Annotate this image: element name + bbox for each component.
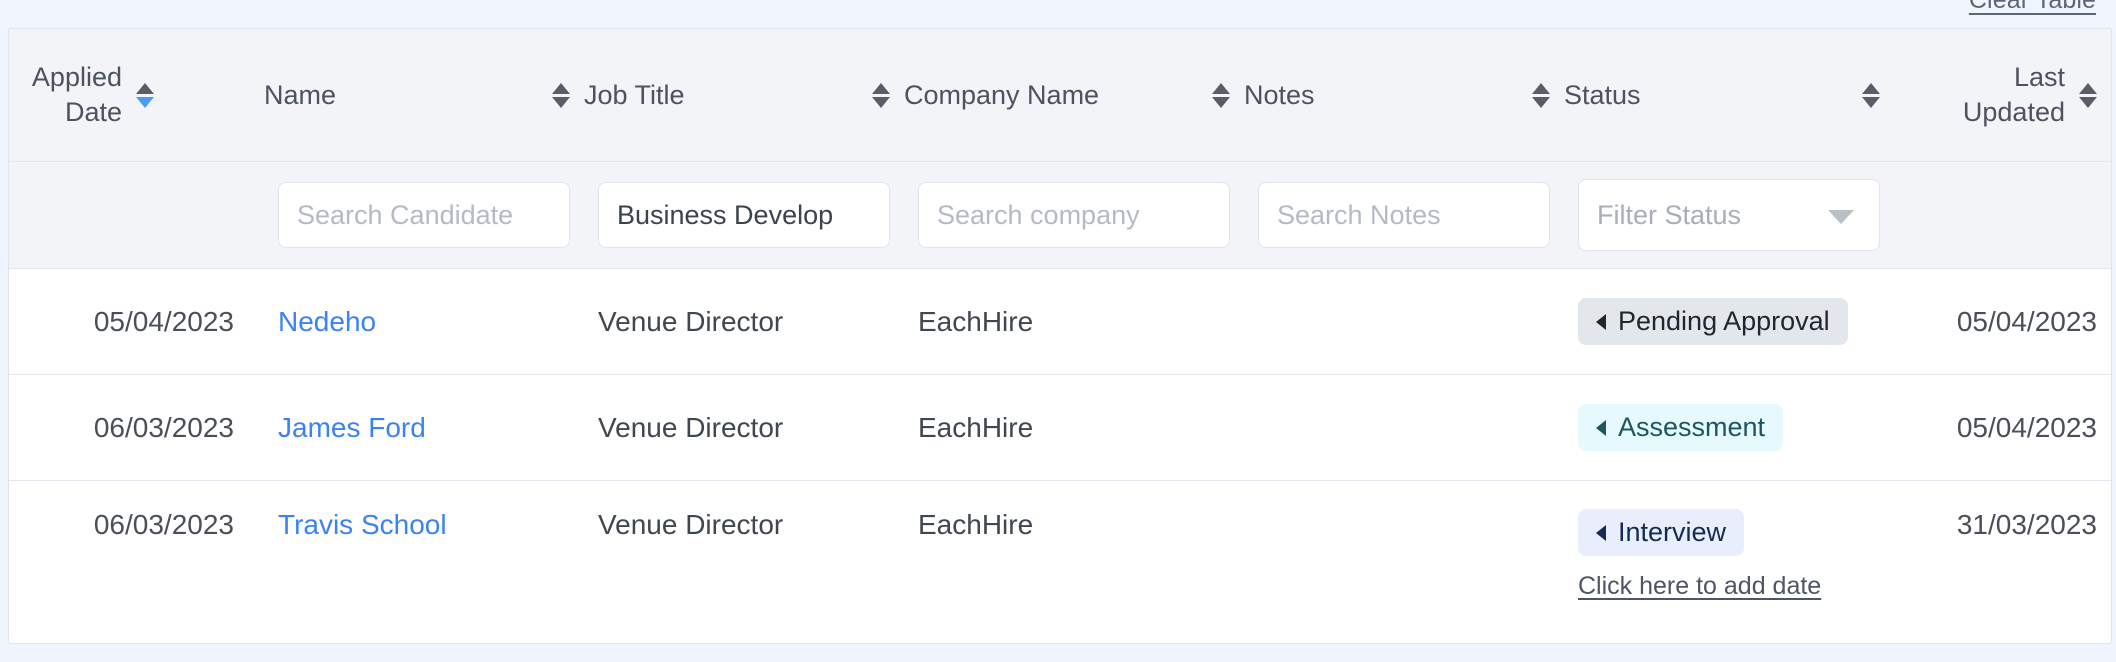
filter-cell-job-title	[584, 161, 904, 269]
sort-desc-icon	[136, 96, 154, 108]
table-body: 05/04/2023 Nedeho Venue Director EachHir…	[9, 268, 2111, 643]
sort-toggle-last-updated[interactable]	[2079, 82, 2097, 108]
sort-asc-icon	[1532, 82, 1550, 94]
clear-table-link[interactable]: Clear Table	[1969, 0, 2096, 15]
sort-asc-icon	[1862, 82, 1880, 94]
cell-applied-date: 06/03/2023	[9, 480, 264, 643]
table-header-row: Applied Date Name Job Title Company Name…	[9, 29, 2111, 162]
column-header-applied-date[interactable]: Applied Date	[9, 29, 264, 162]
cell-company-name: EachHire	[904, 374, 1244, 481]
candidate-link[interactable]: James Ford	[278, 412, 426, 443]
column-header-job-title[interactable]: Job Title	[584, 29, 904, 162]
sort-desc-icon	[2079, 96, 2097, 108]
candidate-link[interactable]: Nedeho	[278, 306, 376, 337]
cell-notes	[1244, 374, 1564, 481]
cell-status: Assessment	[1564, 374, 1894, 481]
search-company-input[interactable]	[918, 182, 1230, 248]
sort-desc-icon	[1212, 96, 1230, 108]
cell-company-name: EachHire	[904, 268, 1244, 375]
candidate-link[interactable]: Travis School	[278, 509, 447, 540]
filter-cell-applied-date	[9, 161, 264, 269]
column-label-last-updated: Last Updated	[1962, 62, 2065, 127]
sort-toggle-company-name[interactable]	[1212, 82, 1230, 108]
cell-status: Pending Approval	[1564, 268, 1894, 375]
status-badge[interactable]: Interview	[1578, 509, 1745, 556]
sort-toggle-name[interactable]	[552, 82, 570, 108]
cell-last-updated: 05/04/2023	[1894, 268, 2111, 375]
column-header-name[interactable]: Name	[264, 29, 584, 162]
sort-toggle-applied-date[interactable]	[136, 82, 154, 108]
chevron-down-icon	[1828, 210, 1854, 224]
sort-desc-icon	[872, 96, 890, 108]
column-header-status[interactable]: Status	[1564, 29, 1894, 162]
sort-desc-icon	[552, 96, 570, 108]
cell-company-name: EachHire	[904, 480, 1244, 643]
filter-cell-company-name	[904, 161, 1244, 269]
cell-status: Interview Click here to add date	[1564, 480, 1894, 643]
cell-last-updated: 05/04/2023	[1894, 374, 2111, 481]
column-label-name: Name	[264, 79, 337, 110]
sort-desc-icon	[1862, 96, 1880, 108]
cell-last-updated: 31/03/2023	[1894, 480, 2111, 643]
status-badge-label: Interview	[1618, 517, 1727, 547]
sort-toggle-job-title[interactable]	[872, 82, 890, 108]
cell-applied-date: 05/04/2023	[9, 268, 264, 375]
table-row[interactable]: 06/03/2023 Travis School Venue Director …	[9, 480, 2111, 643]
column-header-last-updated[interactable]: Last Updated	[1894, 29, 2111, 162]
sort-desc-icon	[1532, 96, 1550, 108]
status-badge[interactable]: Pending Approval	[1578, 298, 1848, 345]
table-filter-row: Filter Status	[9, 161, 2111, 269]
cell-applied-date: 06/03/2023	[9, 374, 264, 481]
cell-job-title: Venue Director	[584, 480, 904, 643]
sort-toggle-status[interactable]	[1862, 82, 1880, 108]
sort-asc-icon	[1212, 82, 1230, 94]
cell-name: Travis School	[264, 480, 584, 643]
cell-job-title: Venue Director	[584, 268, 904, 375]
filter-cell-name	[264, 161, 584, 269]
cell-job-title: Venue Director	[584, 374, 904, 481]
cell-name: Nedeho	[264, 268, 584, 375]
table-row[interactable]: 05/04/2023 Nedeho Venue Director EachHir…	[9, 268, 2111, 375]
cell-name: James Ford	[264, 374, 584, 481]
status-badge-label: Assessment	[1618, 412, 1766, 442]
applications-table: Applied Date Name Job Title Company Name…	[9, 29, 2111, 643]
applications-table-card: Applied Date Name Job Title Company Name…	[8, 28, 2112, 644]
sort-asc-icon	[2079, 82, 2097, 94]
column-label-job-title: Job Title	[584, 79, 685, 110]
column-label-status: Status	[1564, 79, 1641, 110]
search-job-title-input[interactable]	[598, 182, 890, 248]
column-label-notes: Notes	[1244, 79, 1315, 110]
status-badge-label: Pending Approval	[1618, 306, 1830, 336]
caret-left-icon	[1596, 419, 1606, 436]
caret-left-icon	[1596, 313, 1606, 330]
filter-cell-notes	[1244, 161, 1564, 269]
column-label-company-name: Company Name	[904, 79, 1100, 110]
column-header-company-name[interactable]: Company Name	[904, 29, 1244, 162]
sort-toggle-notes[interactable]	[1532, 82, 1550, 108]
add-date-link[interactable]: Click here to add date	[1578, 572, 1821, 601]
caret-left-icon	[1596, 524, 1606, 541]
filter-status-value: Filter Status	[1597, 199, 1742, 230]
sort-asc-icon	[872, 82, 890, 94]
search-candidate-input[interactable]	[278, 182, 570, 248]
top-strip: Clear Table	[0, 0, 2116, 28]
column-header-notes[interactable]: Notes	[1244, 29, 1564, 162]
sort-asc-icon	[136, 82, 154, 94]
search-notes-input[interactable]	[1258, 182, 1550, 248]
sort-asc-icon	[552, 82, 570, 94]
filter-cell-last-updated	[1894, 161, 2111, 269]
cell-notes	[1244, 268, 1564, 375]
filter-cell-status: Filter Status	[1564, 161, 1894, 269]
cell-notes	[1244, 480, 1564, 643]
table-row[interactable]: 06/03/2023 James Ford Venue Director Eac…	[9, 374, 2111, 481]
column-label-applied-date: Applied Date	[31, 62, 122, 127]
status-badge[interactable]: Assessment	[1578, 404, 1784, 451]
